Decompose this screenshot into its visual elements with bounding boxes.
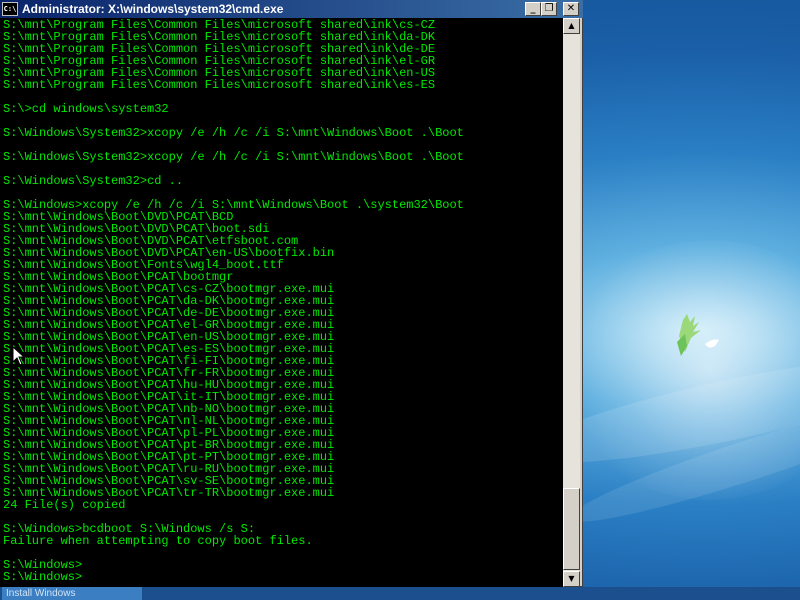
console-line: S:\mnt\Windows\Boot\PCAT\el-GR\bootmgr.e…: [3, 318, 335, 332]
scroll-thumb[interactable]: [563, 488, 580, 570]
bird-logo-icon: [677, 314, 719, 356]
console-line: S:\mnt\Windows\Boot\Fonts\wgl4_boot.ttf: [3, 258, 284, 272]
console-output[interactable]: S:\mnt\Program Files\Common Files\micros…: [0, 18, 563, 587]
console-line: S:\Windows>: [3, 570, 83, 584]
console-line: S:\mnt\Windows\Boot\PCAT\nb-NO\bootmgr.e…: [3, 402, 335, 416]
console-line: S:\mnt\Windows\Boot\PCAT\hu-HU\bootmgr.e…: [3, 378, 335, 392]
console-line: S:\mnt\Windows\Boot\PCAT\en-US\bootmgr.e…: [3, 330, 335, 344]
console-line: S:\Windows>bcdboot S:\Windows /s S:: [3, 522, 256, 536]
console-line: S:\mnt\Windows\Boot\PCAT\ru-RU\bootmgr.e…: [3, 462, 335, 476]
console-line: S:\mnt\Windows\Boot\PCAT\es-ES\bootmgr.e…: [3, 342, 335, 356]
console-line: S:\mnt\Windows\Boot\PCAT\bootmgr: [3, 270, 234, 284]
scroll-up-button[interactable]: ▲: [563, 18, 580, 34]
console-line: S:\mnt\Windows\Boot\DVD\PCAT\etfsboot.co…: [3, 234, 299, 248]
console-line: S:\mnt\Windows\Boot\PCAT\de-DE\bootmgr.e…: [3, 306, 335, 320]
console-line: S:\mnt\Windows\Boot\PCAT\sv-SE\bootmgr.e…: [3, 474, 335, 488]
minimize-button[interactable]: _: [525, 2, 541, 16]
console-line: S:\Windows\System32>xcopy /e /h /c /i S:…: [3, 126, 464, 140]
console-line: S:\mnt\Windows\Boot\PCAT\fi-FI\bootmgr.e…: [3, 354, 335, 368]
maximize-button[interactable]: ❐: [541, 2, 557, 16]
console-line: S:\mnt\Program Files\Common Files\micros…: [3, 30, 436, 44]
console-line: S:\mnt\Windows\Boot\DVD\PCAT\en-US\bootf…: [3, 246, 335, 260]
console-line: S:\mnt\Windows\Boot\PCAT\pt-BR\bootmgr.e…: [3, 438, 335, 452]
mouse-pointer-icon: [12, 346, 24, 366]
console-line: S:\mnt\Program Files\Common Files\micros…: [3, 66, 436, 80]
console-line: S:\mnt\Program Files\Common Files\micros…: [3, 42, 436, 56]
console-line: S:\Windows\System32>cd ..: [3, 174, 184, 188]
title-bar[interactable]: C:\ Administrator: X:\windows\system32\c…: [0, 0, 583, 18]
window-title: Administrator: X:\windows\system32\cmd.e…: [22, 2, 284, 16]
scroll-down-button[interactable]: ▼: [563, 571, 580, 587]
console-line: S:\mnt\Windows\Boot\PCAT\cs-CZ\bootmgr.e…: [3, 282, 335, 296]
console-line: S:\Windows>xcopy /e /h /c /i S:\mnt\Wind…: [3, 198, 464, 212]
console-line: S:\>cd windows\system32: [3, 102, 169, 116]
console-line: S:\mnt\Windows\Boot\PCAT\nl-NL\bootmgr.e…: [3, 414, 335, 428]
install-windows-taskbar-button[interactable]: Install Windows: [2, 587, 142, 600]
console-line: S:\mnt\Windows\Boot\PCAT\fr-FR\bootmgr.e…: [3, 366, 335, 380]
close-button[interactable]: ✕: [563, 2, 579, 16]
console-line: S:\mnt\Windows\Boot\DVD\PCAT\boot.sdi: [3, 222, 270, 236]
console-line: S:\mnt\Program Files\Common Files\micros…: [3, 54, 436, 68]
console-line: Failure when attempting to copy boot fil…: [3, 534, 313, 548]
console-line: S:\mnt\Windows\Boot\PCAT\da-DK\bootmgr.e…: [3, 294, 335, 308]
console-line: S:\mnt\Program Files\Common Files\micros…: [3, 78, 436, 92]
console-line: S:\Windows\System32>xcopy /e /h /c /i S:…: [3, 150, 464, 164]
console-line: S:\mnt\Windows\Boot\DVD\PCAT\BCD: [3, 210, 234, 224]
cmd-window[interactable]: C:\ Administrator: X:\windows\system32\c…: [0, 0, 583, 587]
console-line: S:\Windows>: [3, 558, 83, 572]
console-line: S:\mnt\Windows\Boot\PCAT\pl-PL\bootmgr.e…: [3, 426, 335, 440]
console-line: S:\mnt\Windows\Boot\PCAT\pt-PT\bootmgr.e…: [3, 450, 335, 464]
console-line: 24 File(s) copied: [3, 498, 126, 512]
console-line: S:\mnt\Program Files\Common Files\micros…: [3, 18, 436, 32]
vertical-scrollbar[interactable]: ▲ ▼: [563, 18, 580, 587]
cmd-icon[interactable]: C:\: [2, 2, 18, 16]
console-line: S:\mnt\Windows\Boot\PCAT\it-IT\bootmgr.e…: [3, 390, 335, 404]
console-line: S:\mnt\Windows\Boot\PCAT\tr-TR\bootmgr.e…: [3, 486, 335, 500]
